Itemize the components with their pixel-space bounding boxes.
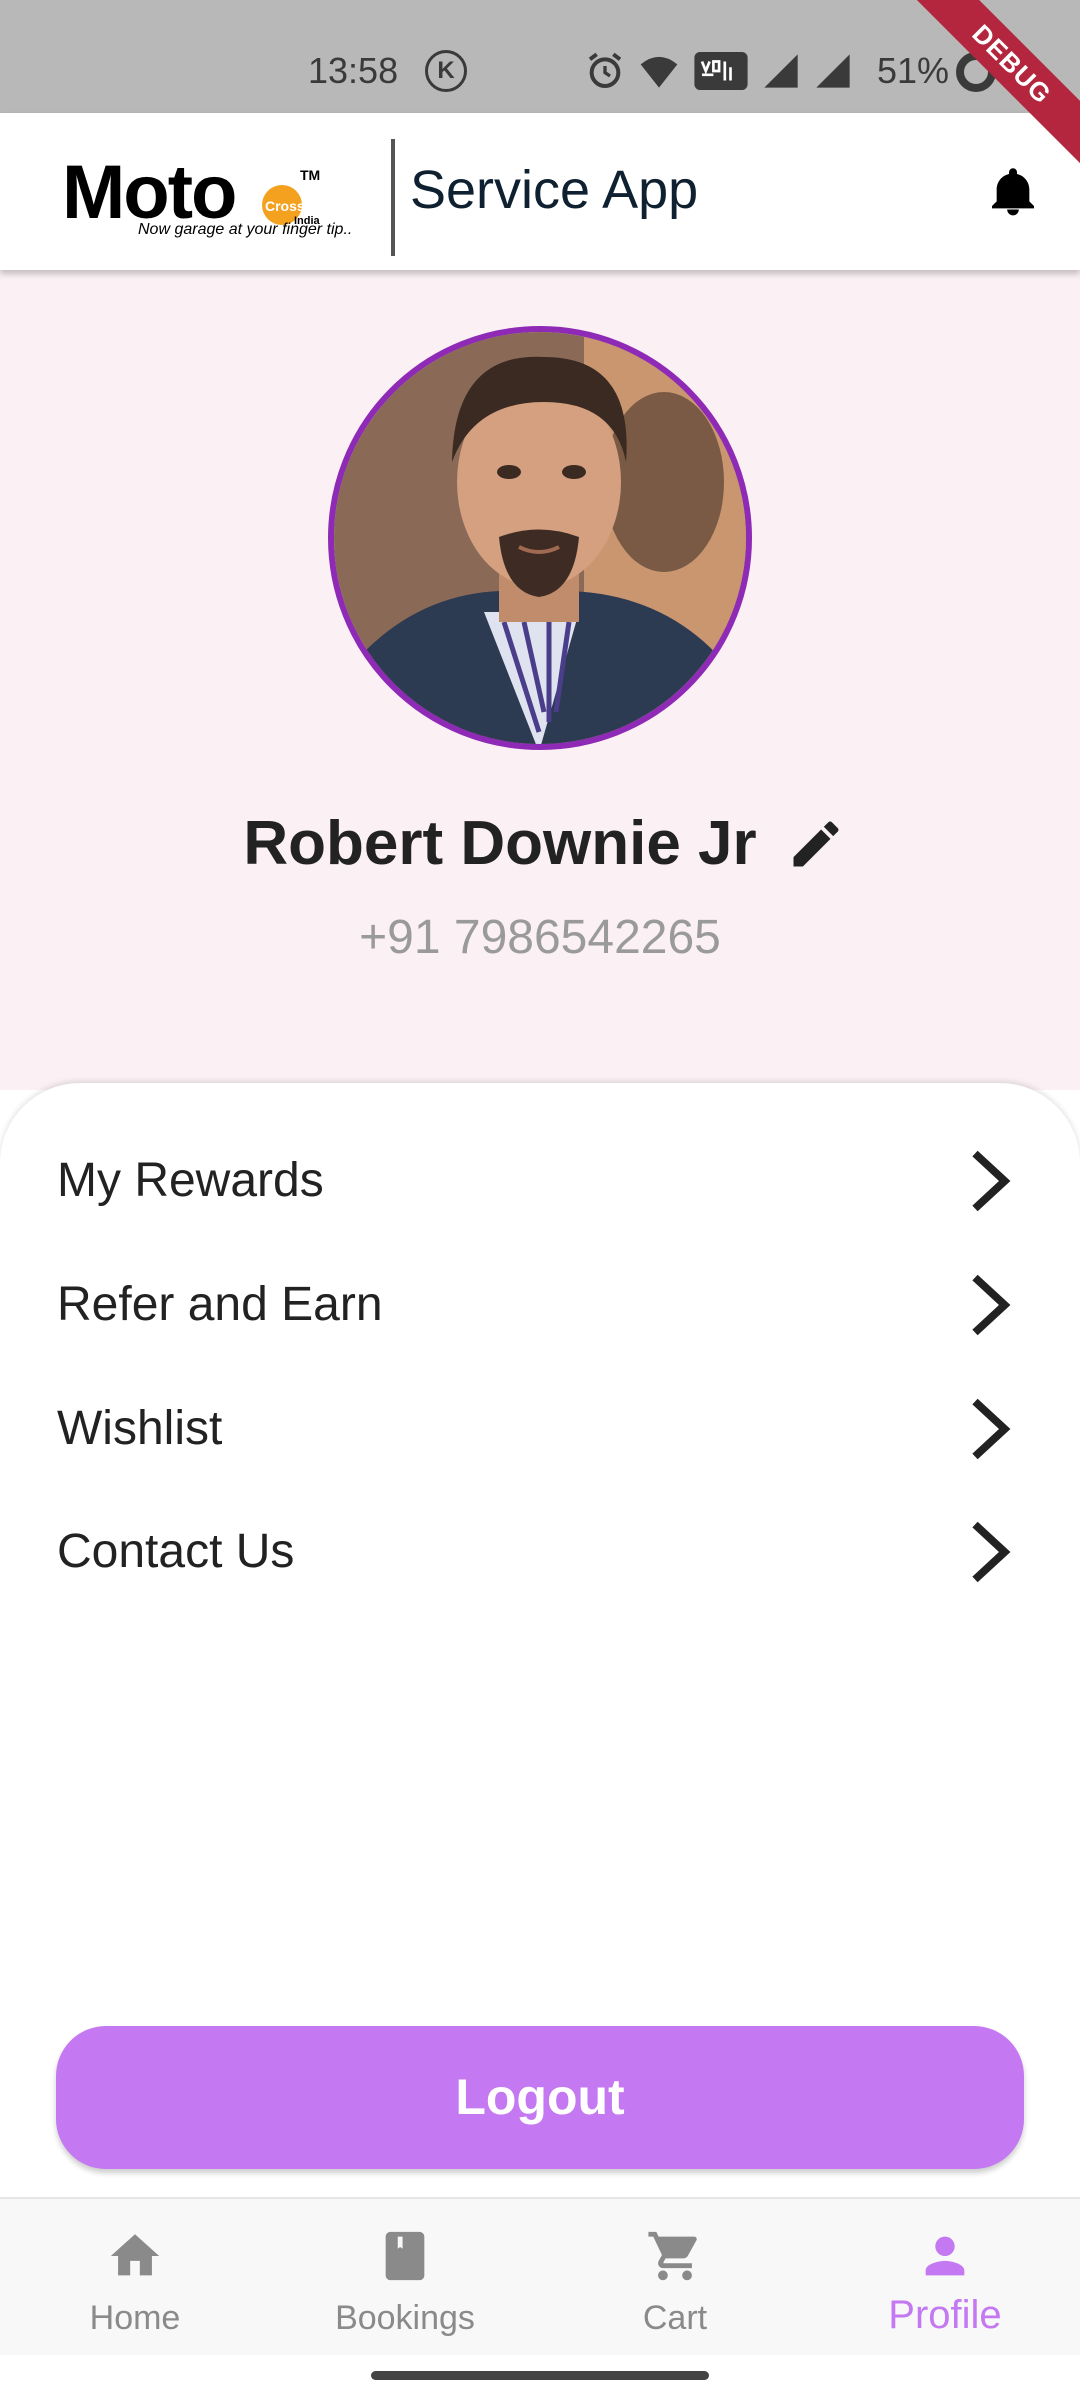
app-title: Service App bbox=[410, 160, 699, 220]
nav-label: Home bbox=[89, 2299, 181, 2337]
logout-button[interactable]: Logout bbox=[56, 2026, 1024, 2169]
gesture-handle[interactable] bbox=[371, 2371, 709, 2380]
logo-tm: TM bbox=[300, 167, 321, 183]
nav-item-bookings[interactable]: Bookings bbox=[270, 2199, 540, 2357]
menu-item-contact-us[interactable]: Contact Us bbox=[0, 1490, 1080, 1614]
pencil-icon[interactable] bbox=[786, 814, 846, 874]
nav-item-home[interactable]: Home bbox=[0, 2199, 270, 2357]
nav-label: Cart bbox=[642, 2299, 708, 2337]
nav-item-profile[interactable]: Profile bbox=[810, 2199, 1080, 2357]
nav-label: Bookings bbox=[335, 2299, 475, 2337]
menu-item-label: My Rewards bbox=[57, 1154, 324, 1207]
status-time: 13:58 bbox=[308, 50, 399, 91]
app-logo: Moto Cross India TM Now garage at your f… bbox=[62, 149, 372, 239]
menu-item-label: Contact Us bbox=[57, 1525, 295, 1578]
profile-phone: +91 7986542265 bbox=[359, 911, 721, 964]
alarm-icon bbox=[588, 52, 622, 88]
status-icons bbox=[585, 50, 853, 92]
menu-item-my-rewards[interactable]: My Rewards bbox=[0, 1119, 1080, 1243]
k-notification-icon: K bbox=[425, 50, 467, 92]
menu-item-label: Refer and Earn bbox=[57, 1278, 383, 1331]
chevron-right-icon bbox=[972, 1398, 1011, 1460]
avatar[interactable] bbox=[328, 326, 752, 750]
chevron-right-icon bbox=[972, 1521, 1011, 1583]
home-icon bbox=[110, 2234, 160, 2276]
menu-item-label: Wishlist bbox=[57, 1402, 223, 1455]
menu-item-wishlist[interactable]: Wishlist bbox=[0, 1367, 1080, 1491]
vowifi-icon bbox=[694, 52, 748, 90]
bottom-nav: Home Bookings Cart Profile bbox=[0, 2197, 1080, 2355]
nav-label: Profile bbox=[888, 2293, 1002, 2337]
menu-item-refer-and-earn[interactable]: Refer and Earn bbox=[0, 1243, 1080, 1367]
wifi-icon bbox=[640, 56, 678, 88]
cart-icon bbox=[648, 2231, 697, 2281]
chevron-right-icon bbox=[972, 1274, 1011, 1336]
chevron-right-icon bbox=[972, 1150, 1011, 1212]
battery-percent: 51% bbox=[877, 50, 950, 91]
logo-cross: Cross bbox=[265, 198, 305, 214]
avatar-photo bbox=[334, 332, 746, 744]
book-icon bbox=[385, 2231, 425, 2281]
app-bar: Moto Cross India TM Now garage at your f… bbox=[0, 113, 1080, 270]
profile-header: Robert Downie Jr +91 7986542265 bbox=[0, 270, 1080, 1090]
signal-icon-2 bbox=[816, 54, 850, 88]
profile-name: Robert Downie Jr bbox=[243, 809, 757, 878]
logo-tagline: Now garage at your finger tip.. bbox=[138, 221, 353, 238]
bell-icon[interactable] bbox=[985, 162, 1041, 222]
signal-icon-1 bbox=[764, 54, 798, 88]
nav-item-cart[interactable]: Cart bbox=[540, 2199, 810, 2357]
app-bar-divider bbox=[391, 139, 395, 256]
status-bar: 13:58 K 51% bbox=[0, 0, 1080, 113]
person-icon bbox=[925, 2236, 965, 2276]
